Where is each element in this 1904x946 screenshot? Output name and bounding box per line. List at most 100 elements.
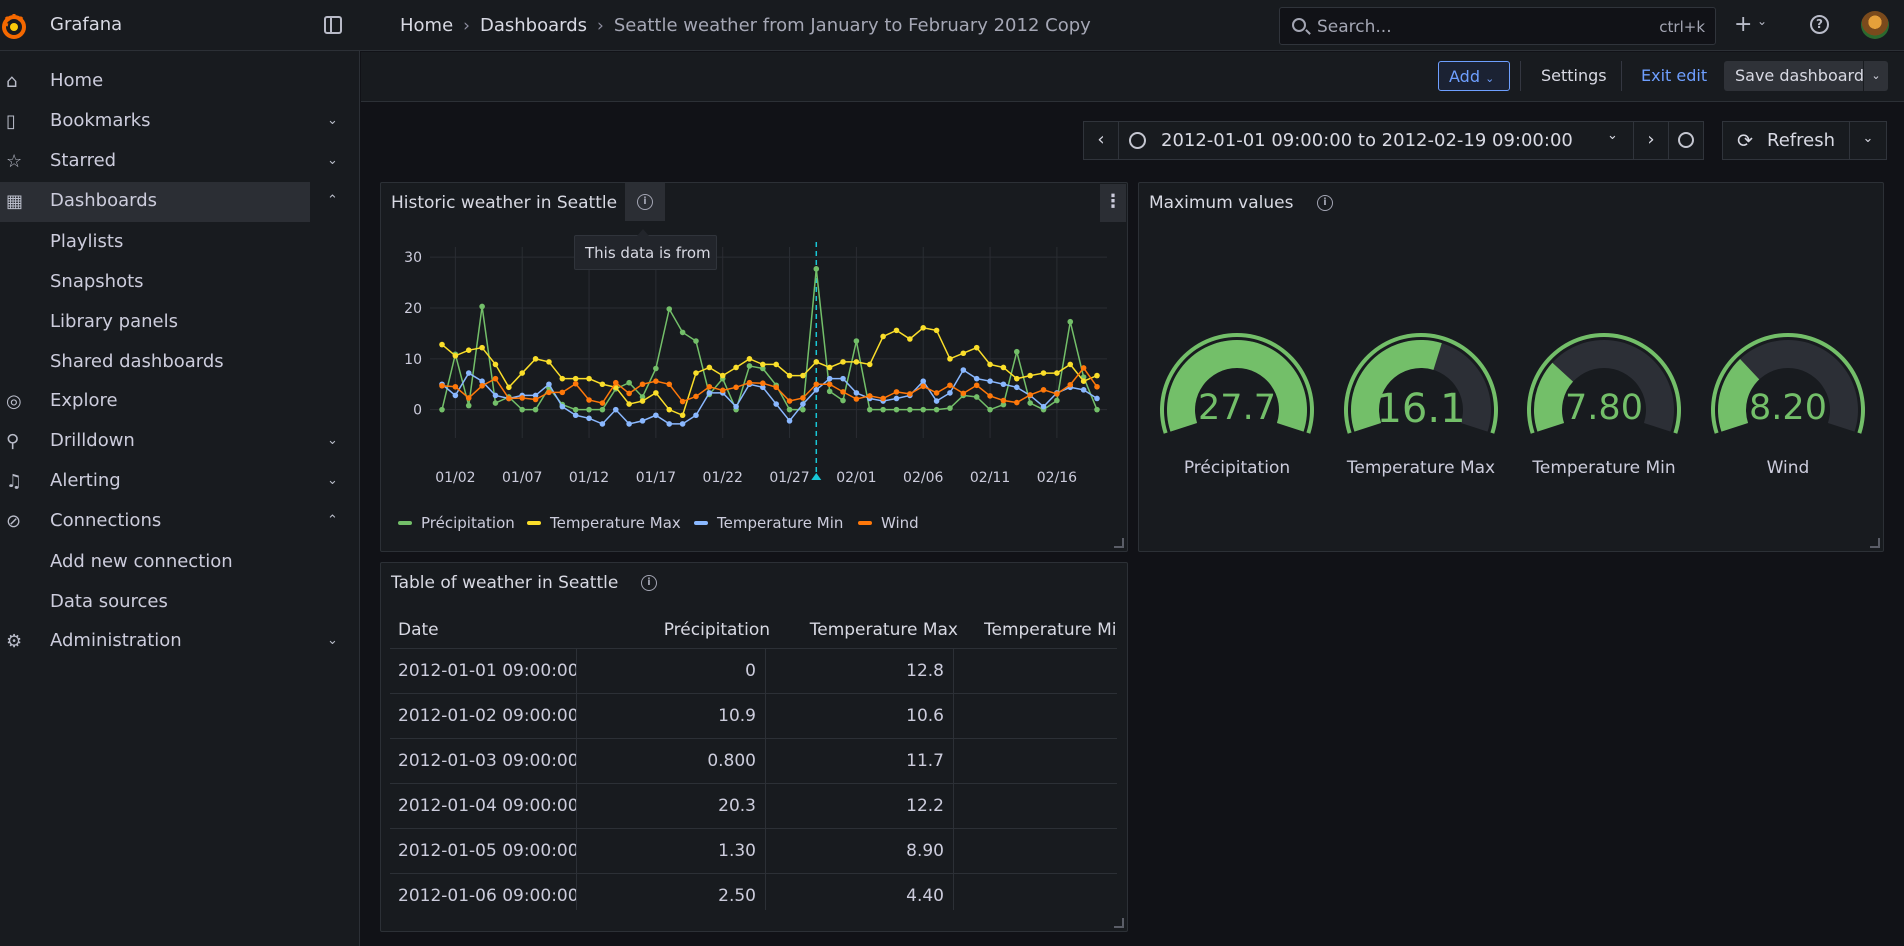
chevron-up-icon[interactable]: ⌃ bbox=[327, 513, 338, 528]
data-point bbox=[1067, 381, 1074, 388]
table-row[interactable]: 2012-01-04 09:00:00 20.3 12.2 5.60 bbox=[390, 783, 1117, 829]
sidebar-item-connections[interactable]: ⊘ Connections ⌃ bbox=[0, 502, 360, 542]
time-forward-button[interactable]: › bbox=[1633, 121, 1669, 160]
table-row[interactable]: 2012-01-02 09:00:00 10.9 10.6 2.80 bbox=[390, 693, 1117, 739]
sidebar-subitem[interactable]: Library panels bbox=[50, 311, 178, 332]
exit-edit-button[interactable]: Exit edit bbox=[1641, 66, 1707, 85]
table-row[interactable]: 2012-01-05 09:00:00 1.30 8.90 2.80 bbox=[390, 828, 1117, 874]
data-point bbox=[880, 406, 886, 413]
search-input[interactable]: Search... ctrl+k bbox=[1279, 7, 1716, 45]
zoom-out-button[interactable] bbox=[1668, 121, 1704, 160]
chevron-down-icon[interactable]: ⌄ bbox=[327, 153, 338, 168]
column-divider bbox=[576, 874, 577, 910]
dock-menu-icon[interactable] bbox=[324, 16, 342, 34]
settings-button[interactable]: Settings bbox=[1541, 66, 1607, 85]
data-point bbox=[572, 412, 579, 419]
weather-table[interactable]: Date Précipitation Temperature Max Temperat… bbox=[390, 610, 1117, 910]
grafana-logo-icon[interactable] bbox=[0, 12, 28, 40]
data-point bbox=[1054, 370, 1060, 376]
info-button[interactable]: i bbox=[625, 183, 665, 221]
help-icon[interactable]: ? bbox=[1810, 15, 1829, 34]
data-point bbox=[746, 356, 753, 362]
chevron-down-icon[interactable]: ⌄ bbox=[1863, 61, 1888, 91]
breadcrumb-home[interactable]: Home bbox=[400, 15, 453, 36]
time-back-button[interactable]: ‹ bbox=[1083, 121, 1119, 160]
chevron-down-icon[interactable]: ⌄ bbox=[327, 113, 338, 128]
sidebar-subitem[interactable]: Playlists bbox=[50, 231, 123, 252]
info-icon[interactable]: i bbox=[641, 575, 657, 591]
sidebar-item-alerting[interactable]: ♫ Alerting ⌄ bbox=[0, 462, 360, 502]
sidebar-item-label: Starred bbox=[50, 150, 117, 171]
drilldown-icon: ⚲ bbox=[6, 431, 20, 452]
sidebar-item-bookmarks[interactable]: ▯ Bookmarks ⌄ bbox=[0, 102, 360, 142]
sidebar-subitem[interactable]: Data sources bbox=[50, 591, 168, 612]
save-dashboard-button[interactable]: Save dashboard ⌄ bbox=[1724, 61, 1888, 91]
time-range-picker[interactable]: 2012-01-01 09:00:00 to 2012-02-19 09:00:… bbox=[1118, 121, 1634, 160]
data-point bbox=[987, 378, 993, 384]
chevron-down-icon[interactable]: ⌄ bbox=[327, 433, 338, 448]
table-row[interactable]: 2012-01-03 09:00:00 0.800 11.7 7.20 bbox=[390, 738, 1117, 784]
sidebar-item-dashboards[interactable]: ▦ Dashboards ⌃ bbox=[0, 182, 338, 222]
data-point bbox=[773, 384, 779, 391]
data-point bbox=[746, 363, 753, 369]
sidebar-subitem[interactable]: Shared dashboards bbox=[50, 351, 224, 372]
y-tick-label: 0 bbox=[413, 403, 422, 419]
table-cell: 5.60 bbox=[967, 796, 1117, 816]
sidebar-item-starred[interactable]: ☆ Starred ⌄ bbox=[0, 142, 360, 182]
data-point bbox=[1013, 384, 1020, 391]
legend-item[interactable]: Temperature Max bbox=[527, 514, 681, 532]
column-header[interactable]: Temperature Max bbox=[780, 620, 958, 640]
legend-item[interactable]: Wind bbox=[858, 514, 919, 532]
data-point bbox=[866, 406, 873, 413]
column-header[interactable]: Date bbox=[398, 620, 588, 640]
resize-handle[interactable] bbox=[1114, 918, 1124, 928]
data-point bbox=[719, 387, 726, 394]
gauge-value: 8.20 bbox=[1749, 388, 1827, 428]
timeseries-chart[interactable]: 0 10 20 30 01/02 01/07 01/12 01/17 01/22 01/27 02/… bbox=[380, 230, 1128, 510]
refresh-interval-button[interactable]: ⌄ bbox=[1849, 121, 1887, 160]
info-icon[interactable]: i bbox=[1317, 195, 1333, 211]
new-plus-icon[interactable]: + bbox=[1734, 12, 1752, 37]
sidebar-subitem[interactable]: Snapshots bbox=[50, 271, 144, 292]
avatar[interactable] bbox=[1861, 11, 1889, 39]
resize-handle[interactable] bbox=[1114, 538, 1124, 548]
legend-item[interactable]: Précipitation bbox=[398, 514, 515, 532]
add-button[interactable]: Add ⌄ bbox=[1438, 61, 1510, 91]
sidebar-item-label: Administration bbox=[50, 630, 182, 651]
sidebar-item-explore[interactable]: ◎ Explore bbox=[0, 382, 360, 422]
data-point bbox=[826, 375, 833, 382]
table-row[interactable]: 2012-01-01 09:00:00 0 12.8 5.00 bbox=[390, 648, 1117, 694]
breadcrumb-dashboards[interactable]: Dashboards bbox=[480, 15, 587, 36]
table-row[interactable]: 2012-01-06 09:00:00 2.50 4.40 2.20 bbox=[390, 873, 1117, 910]
data-point bbox=[947, 382, 953, 389]
data-point bbox=[479, 303, 485, 310]
divider bbox=[1621, 61, 1622, 91]
data-point bbox=[947, 390, 953, 396]
data-point bbox=[973, 375, 980, 382]
panel-menu-icon[interactable]: ⋮ bbox=[1100, 184, 1126, 222]
sidebar-item-administration[interactable]: ⚙ Administration ⌄ bbox=[0, 622, 360, 662]
refresh-label: Refresh bbox=[1767, 130, 1835, 151]
sidebar-item-label: Connections bbox=[50, 510, 162, 531]
data-point bbox=[492, 400, 499, 406]
compass-icon: ◎ bbox=[6, 391, 22, 412]
refresh-button[interactable]: ⟳ Refresh bbox=[1722, 121, 1850, 160]
table-cell: 2012-01-03 09:00:00 bbox=[398, 751, 576, 771]
sidebar-item-home[interactable]: ⌂ Home bbox=[0, 62, 360, 102]
data-point bbox=[1080, 365, 1087, 371]
sidebar-item-drilldown[interactable]: ⚲ Drilldown ⌄ bbox=[0, 422, 360, 462]
chevron-up-icon[interactable]: ⌃ bbox=[327, 193, 338, 208]
column-divider bbox=[953, 784, 954, 829]
data-point bbox=[813, 359, 820, 365]
chevron-down-icon[interactable]: ⌄ bbox=[327, 633, 338, 648]
column-header[interactable]: Précipitation bbox=[590, 620, 770, 640]
legend-item[interactable]: Temperature Min bbox=[694, 514, 843, 532]
sidebar-subitem[interactable]: Add new connection bbox=[50, 551, 233, 572]
data-point bbox=[1094, 383, 1100, 390]
column-header[interactable]: Temperature Min bbox=[984, 620, 1117, 640]
brand-name: Grafana bbox=[50, 14, 123, 35]
chevron-down-icon[interactable]: ⌄ bbox=[327, 473, 338, 488]
resize-handle[interactable] bbox=[1870, 538, 1880, 548]
data-point bbox=[572, 375, 579, 382]
chevron-down-icon[interactable]: ⌄ bbox=[1757, 14, 1767, 28]
